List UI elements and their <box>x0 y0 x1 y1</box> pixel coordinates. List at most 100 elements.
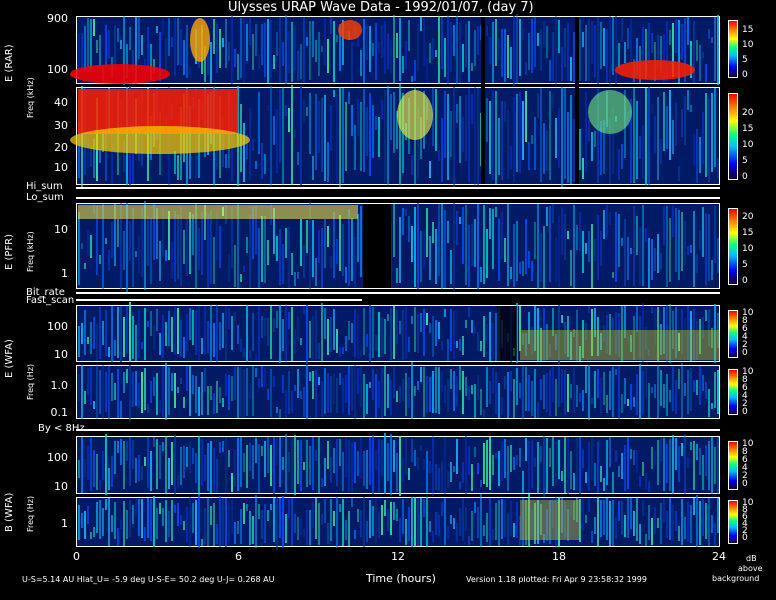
spectrogram-streak <box>108 498 110 546</box>
spectrogram-streak <box>372 43 374 56</box>
spectrogram-streak <box>708 441 710 490</box>
spectrogram-streak <box>717 158 719 178</box>
spectrogram-streak <box>246 504 248 511</box>
spectrogram-streak <box>639 227 641 285</box>
rar-high-burst-3 <box>615 60 695 80</box>
spectrogram-streak <box>594 371 596 408</box>
spectrogram-streak <box>639 364 641 419</box>
spectrogram-streak <box>573 473 575 490</box>
spectrogram-streak <box>114 383 116 400</box>
spectrogram-streak <box>549 60 551 81</box>
spectrogram-streak <box>498 38 500 60</box>
spectrogram-streak <box>696 495 698 547</box>
spectrogram-streak <box>258 504 260 519</box>
spectrogram-streak <box>249 350 251 358</box>
spectrogram-streak <box>117 369 119 418</box>
spectrogram-streak <box>477 463 479 474</box>
spectrogram-streak <box>282 87 284 185</box>
spectrogram-streak <box>207 213 209 288</box>
spectrogram-streak <box>84 391 86 404</box>
spectrogram-streak <box>330 256 332 268</box>
spectrogram-streak <box>552 437 554 486</box>
spectrogram-streak <box>282 42 284 66</box>
spectrogram-streak <box>216 305 218 362</box>
spectrogram-streak <box>318 377 320 385</box>
spectrogram-streak <box>249 108 251 180</box>
spectrogram-streak <box>438 468 440 490</box>
spectrogram-streak <box>273 376 275 387</box>
xtick-24: 24 <box>712 550 726 563</box>
spectrogram-streak <box>225 306 227 361</box>
spectrogram-streak <box>321 514 323 525</box>
spectrogram-streak <box>198 306 200 360</box>
spectrogram-streak <box>381 317 383 357</box>
spectrogram-streak <box>303 306 305 314</box>
spectrogram-streak <box>459 217 461 224</box>
spectrogram-streak <box>366 384 368 414</box>
spectrogram-streak <box>498 451 500 486</box>
spectrogram-streak <box>336 497 338 548</box>
spectrogram-streak <box>426 376 428 413</box>
spectrogram-streak <box>588 306 590 313</box>
spectrogram-streak <box>600 466 602 482</box>
spectrogram-streak <box>696 254 698 273</box>
spectrogram-streak <box>366 521 368 542</box>
spectrogram-streak <box>294 435 296 495</box>
spectrogram-streak <box>486 367 488 407</box>
spectrogram-streak <box>651 387 653 393</box>
spectrogram-streak <box>372 307 374 358</box>
spectrogram-streak <box>105 372 107 412</box>
spectrogram-streak <box>648 383 650 418</box>
spectrogram-streak <box>270 306 272 359</box>
spectrogram-streak <box>186 447 188 467</box>
spectrogram-streak <box>558 440 560 479</box>
spectrogram-streak <box>567 437 569 494</box>
spectrogram-streak <box>471 320 473 333</box>
spectrogram-streak <box>243 18 245 83</box>
spectrogram-streak <box>321 228 323 288</box>
spectrogram-streak <box>561 315 563 323</box>
spectrogram-streak <box>489 498 491 546</box>
spectrogram-streak <box>345 336 347 351</box>
spectrogram-streak <box>564 370 566 415</box>
spectrogram-streak <box>249 383 251 399</box>
spectrogram-streak <box>339 347 341 357</box>
spectrogram-streak <box>651 447 653 469</box>
spectrogram-streak <box>99 149 101 163</box>
spectrogram-streak <box>627 437 629 489</box>
spectrogram-streak <box>183 446 185 478</box>
spectrogram-streak <box>366 450 368 489</box>
spectrogram-streak <box>300 338 302 345</box>
spectrogram-streak <box>591 21 593 64</box>
spectrogram-streak <box>360 366 362 407</box>
spectrogram-streak <box>303 462 305 470</box>
spectrogram-streak <box>222 398 224 407</box>
spectrogram-streak <box>378 41 380 53</box>
spectrogram-streak <box>159 445 161 479</box>
spectrogram-streak <box>657 440 659 485</box>
spectrogram-streak <box>330 105 332 151</box>
spectrogram-streak <box>453 87 455 188</box>
spectrogram-streak <box>198 387 200 416</box>
spectrogram-streak <box>612 472 614 493</box>
spectrogram-streak <box>579 212 581 251</box>
spectrogram-streak <box>285 15 287 84</box>
spectrogram-streak <box>546 207 548 226</box>
spectrogram-streak <box>657 97 659 180</box>
spectrogram-streak <box>177 387 179 393</box>
spectrogram-streak <box>351 218 353 281</box>
above-label: above <box>738 564 763 573</box>
spectrogram-streak <box>147 498 149 538</box>
spectrogram-streak <box>504 500 506 537</box>
background-label: background <box>712 574 760 583</box>
spectrogram-streak <box>300 519 302 535</box>
spectrogram-streak <box>240 366 242 417</box>
spectrogram-streak <box>699 448 701 475</box>
spectrogram-streak <box>108 250 110 270</box>
spectrogram-streak <box>408 216 410 242</box>
spectrogram-streak <box>135 458 137 483</box>
spectrogram-streak <box>147 437 149 488</box>
spectrogram-streak <box>156 508 158 539</box>
spectrogram-streak <box>420 231 422 282</box>
cb1-0: 0 <box>742 70 748 80</box>
